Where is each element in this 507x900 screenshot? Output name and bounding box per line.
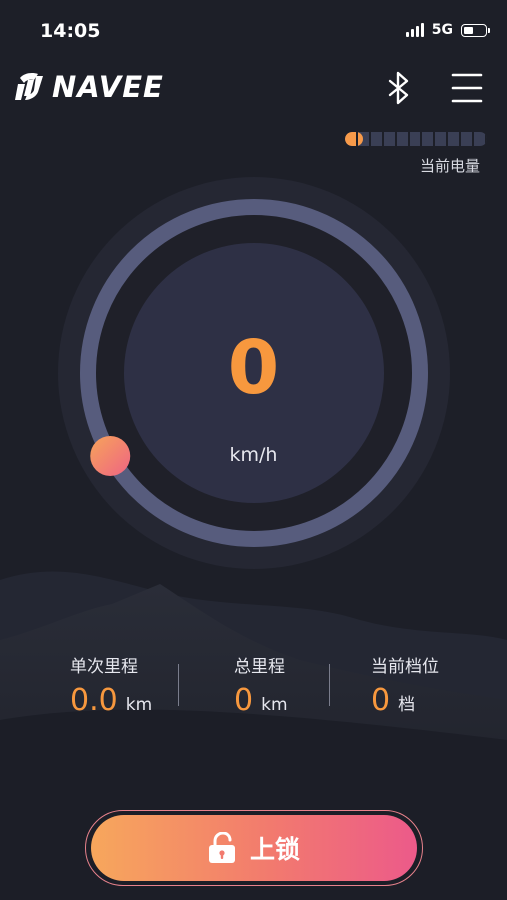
speed-unit: km/h: [229, 444, 278, 466]
divider: [329, 664, 330, 706]
stat-value: 0: [371, 683, 391, 718]
divider: [178, 664, 179, 706]
battery-label: 当前电量: [420, 157, 481, 175]
signal-icon: [405, 23, 424, 37]
stat-label: 当前档位: [371, 657, 439, 677]
stat-unit: 档: [398, 695, 416, 715]
speed-value: 0: [227, 325, 280, 411]
stat-current-gear: 当前档位 0档: [371, 652, 507, 718]
battery-level-bar: [345, 132, 487, 146]
stat-trip-distance: 单次里程 0.0 km: [70, 652, 220, 718]
stat-label: 单次里程: [70, 657, 138, 677]
stat-label: 总里程: [234, 657, 285, 677]
lock-button[interactable]: 上锁: [91, 815, 417, 881]
stat-value: 0: [234, 683, 254, 718]
status-battery-icon: [461, 23, 490, 37]
stat-unit: km: [261, 695, 288, 715]
stat-total-distance: 总里程 0 km: [234, 652, 384, 718]
network-type: 5G: [431, 22, 453, 38]
bluetooth-icon[interactable]: [381, 70, 417, 106]
logo-text: NAVEE: [52, 70, 164, 104]
menu-icon[interactable]: [448, 70, 486, 106]
navee-logo: NAVEE: [14, 70, 164, 104]
lock-button-label: 上锁: [249, 835, 300, 864]
status-time: 14:05: [40, 20, 101, 42]
stat-unit: km: [125, 695, 153, 715]
status-indicators: 5G: [405, 22, 490, 38]
unlock-icon: [208, 832, 235, 863]
stat-value: 0.0: [70, 683, 118, 718]
logo-mark-icon: [15, 73, 43, 100]
